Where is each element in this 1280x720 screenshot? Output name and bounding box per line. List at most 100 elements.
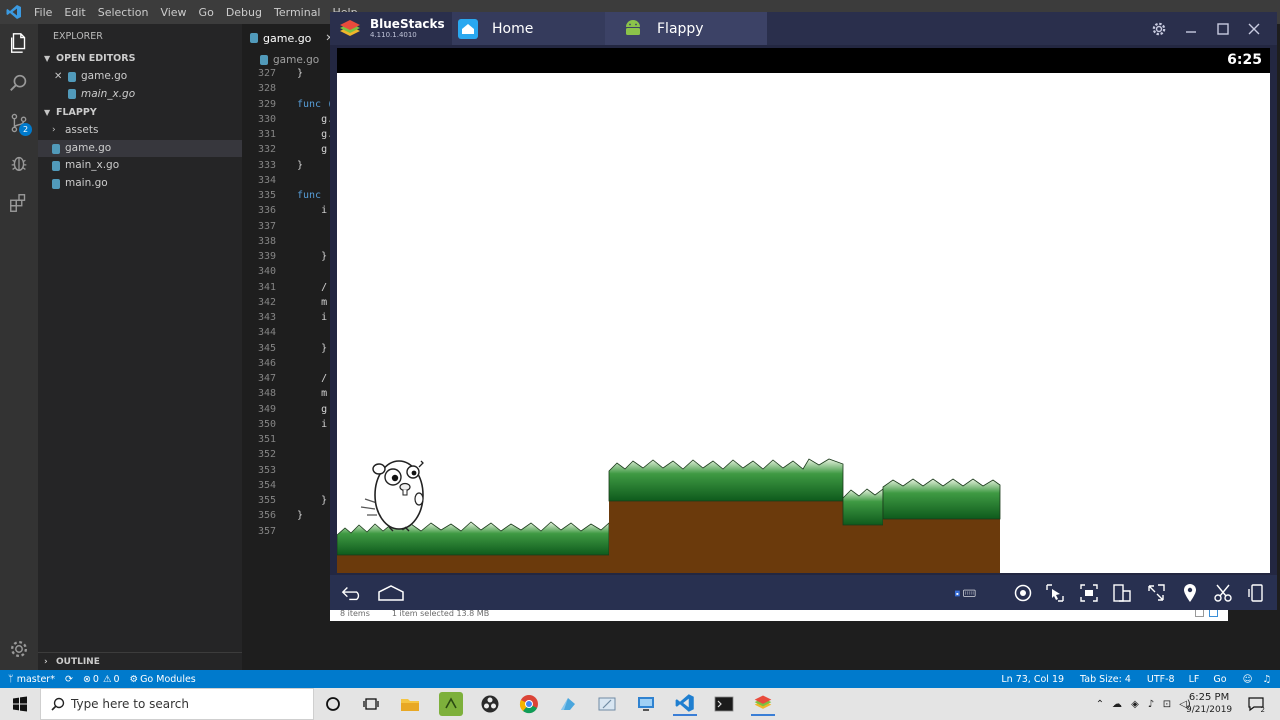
menu-go[interactable]: Go: [193, 6, 220, 19]
encoding[interactable]: UTF-8: [1142, 674, 1180, 685]
scissors-icon[interactable]: [1211, 581, 1235, 605]
branch-indicator[interactable]: ᛘ master*: [0, 674, 60, 685]
tab-flappy[interactable]: Flappy: [605, 12, 767, 45]
gear-icon[interactable]: [0, 630, 38, 668]
problems-indicator[interactable]: ⊗ 0 ⚠ 0: [78, 674, 125, 685]
menu-file[interactable]: File: [28, 6, 58, 19]
home-nav-icon[interactable]: [376, 581, 406, 605]
smiley-icon[interactable]: ☺: [1238, 674, 1258, 685]
terminal-app-icon[interactable]: [439, 692, 463, 716]
taskbar-search-box[interactable]: Type here to search: [40, 688, 314, 720]
menu-debug[interactable]: Debug: [220, 6, 268, 19]
end-of-line[interactable]: LF: [1184, 674, 1205, 685]
file-game-go[interactable]: game.go: [38, 139, 242, 158]
azure-icon[interactable]: [556, 692, 580, 716]
chevron-up-icon[interactable]: ⌃: [1092, 699, 1108, 710]
tab-home[interactable]: Home: [452, 12, 607, 45]
code-line[interactable]: m: [297, 388, 327, 399]
language-mode[interactable]: Go: [1208, 674, 1231, 685]
code-line[interactable]: }: [297, 68, 303, 79]
code-line[interactable]: g.: [297, 114, 332, 125]
code-line[interactable]: }: [297, 343, 327, 354]
tab-size[interactable]: Tab Size: 4: [1075, 674, 1136, 685]
keyboard-toggle-icon[interactable]: [954, 581, 978, 605]
code-line[interactable]: m: [297, 297, 327, 308]
windows-start-icon[interactable]: [8, 692, 32, 716]
search-icon[interactable]: [0, 64, 38, 102]
menu-edit[interactable]: Edit: [58, 6, 91, 19]
code-line[interactable]: g: [297, 404, 327, 415]
cursor-position[interactable]: Ln 73, Col 19: [996, 674, 1069, 685]
source-control-icon[interactable]: 2: [0, 104, 38, 142]
vscode-taskbar-icon[interactable]: [673, 692, 697, 716]
code-editor[interactable]: game.go ✕ game.go 327} 328 329 func (330 g.…: [242, 24, 332, 670]
obs-icon[interactable]: [478, 692, 502, 716]
network-icon[interactable]: ⊡: [1158, 699, 1176, 710]
remote-desktop-icon[interactable]: [634, 692, 658, 716]
cmd-icon[interactable]: [712, 692, 736, 716]
eye-icon[interactable]: [1011, 581, 1035, 605]
back-icon[interactable]: [340, 581, 364, 605]
code-line[interactable]: i: [297, 205, 327, 216]
action-center-icon[interactable]: 2: [1245, 688, 1267, 720]
rotate-icon[interactable]: [1245, 581, 1269, 605]
file-main-go[interactable]: main.go: [38, 175, 242, 193]
task-view-icon[interactable]: [359, 692, 383, 716]
close-window-icon[interactable]: [1243, 18, 1265, 40]
multi-instance-icon[interactable]: [1110, 581, 1134, 605]
onedrive-icon[interactable]: ☁: [1108, 699, 1126, 710]
code-line[interactable]: func: [297, 190, 327, 201]
code-line[interactable]: /: [297, 282, 327, 293]
code-line[interactable]: /: [297, 373, 327, 384]
code-line[interactable]: g.: [297, 129, 332, 140]
code-line[interactable]: g: [297, 144, 327, 155]
screenshot-icon[interactable]: [1077, 581, 1101, 605]
microphone-icon[interactable]: ♪: [1144, 699, 1158, 710]
bluestacks-taskbar-icon[interactable]: [751, 692, 775, 716]
snipping-tool-icon[interactable]: [595, 692, 619, 716]
code-line[interactable]: i: [297, 419, 327, 430]
maximize-icon[interactable]: [1212, 18, 1234, 40]
debug-icon[interactable]: [0, 144, 38, 182]
code-line[interactable]: }: [297, 510, 303, 521]
tab-game-go[interactable]: game.go ✕: [242, 24, 332, 52]
code-line[interactable]: i: [297, 312, 327, 323]
flappy-game-canvas[interactable]: [337, 73, 1270, 573]
code-line[interactable]: func (: [297, 99, 332, 110]
clock-area[interactable]: 6:25 PM 9/21/2019: [1186, 688, 1232, 720]
line-number: 356: [257, 510, 276, 522]
open-editor-item[interactable]: main_x.go: [38, 86, 242, 104]
go-modules-indicator[interactable]: ⚙ Go Modules: [125, 674, 201, 685]
sync-icon[interactable]: ⟳: [60, 674, 78, 685]
file-main-x-go[interactable]: main_x.go: [38, 157, 242, 175]
minimize-icon[interactable]: [1180, 18, 1202, 40]
bluestacks-titlebar: BlueStacks 4.110.1.4010 Home Flappy: [330, 12, 1277, 45]
menu-view[interactable]: View: [154, 6, 192, 19]
bell-icon[interactable]: ♫: [1257, 674, 1276, 685]
outline-header[interactable]: › OUTLINE: [38, 652, 242, 670]
explorer-sidebar: EXPLORER ▼ OPEN EDITORS ✕ game.go main_x…: [38, 24, 242, 670]
chrome-icon[interactable]: [517, 692, 541, 716]
line-number: 329: [257, 98, 276, 110]
extensions-icon[interactable]: [0, 184, 38, 222]
dropbox-icon[interactable]: ◈: [1126, 699, 1144, 710]
code-line[interactable]: }: [297, 495, 327, 506]
breadcrumb[interactable]: game.go: [242, 52, 332, 68]
code-line[interactable]: }: [297, 160, 303, 171]
menu-terminal[interactable]: Terminal: [268, 6, 327, 19]
open-editors-header[interactable]: ▼ OPEN EDITORS: [38, 50, 242, 68]
settings-gear-icon[interactable]: [1148, 18, 1170, 40]
menu-selection[interactable]: Selection: [92, 6, 155, 19]
open-editor-item[interactable]: ✕ game.go: [38, 68, 242, 86]
location-icon[interactable]: [1178, 581, 1202, 605]
code-line[interactable]: }: [297, 251, 327, 262]
cortana-icon[interactable]: [321, 692, 345, 716]
explorer-icon[interactable]: [0, 24, 38, 62]
pointer-icon[interactable]: [1043, 581, 1067, 605]
file-explorer-icon[interactable]: [398, 692, 422, 716]
fullscreen-icon[interactable]: [1144, 581, 1168, 605]
project-header[interactable]: ▼ FLAPPY: [38, 104, 242, 122]
close-icon[interactable]: ✕: [54, 68, 68, 86]
folder-assets[interactable]: › assets: [38, 122, 242, 140]
code-area[interactable]: 327} 328 329 func (330 g. 331 g. 332 g 333} 334…: [242, 68, 332, 548]
